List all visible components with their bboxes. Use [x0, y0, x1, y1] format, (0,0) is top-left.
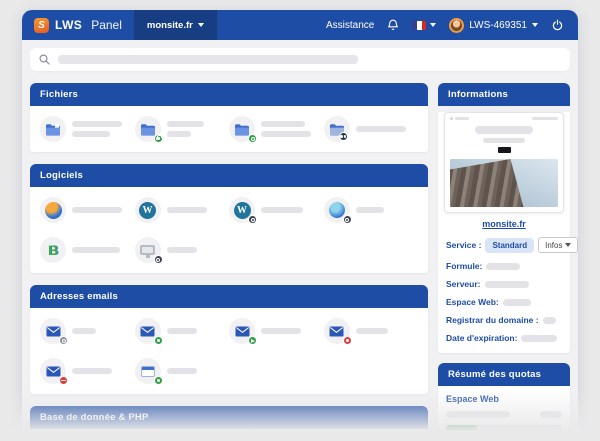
- search-bar[interactable]: [30, 48, 570, 71]
- item-database[interactable]: [135, 437, 230, 441]
- search-placeholder-skeleton: [58, 55, 358, 64]
- display-settings-icon: [135, 237, 161, 263]
- item-email-settings[interactable]: [40, 318, 135, 344]
- detail-row-registrar: Registrar du domaine :: [446, 315, 562, 325]
- email-pin-icon: [324, 318, 350, 344]
- faded-icon: [324, 437, 346, 441]
- account-id: LWS-469351: [469, 20, 527, 31]
- item-email-pin[interactable]: [324, 318, 419, 344]
- item-auto-installer[interactable]: [40, 197, 135, 223]
- account-menu[interactable]: LWS-469351: [449, 18, 538, 33]
- folder-sync-icon: [229, 116, 255, 142]
- email-settings-icon: [40, 318, 66, 344]
- section-adresses-emails: Adresses emails: [30, 285, 428, 394]
- item-folder-protected[interactable]: [135, 116, 230, 142]
- chevron-down-icon: [430, 23, 436, 27]
- software-settings-icon: [324, 197, 350, 223]
- detail-row-espace-web: Espace Web:: [446, 297, 562, 307]
- item-folder-shared[interactable]: [324, 116, 419, 142]
- wordpress-icon: W: [135, 197, 161, 223]
- faded-icon: [229, 437, 251, 441]
- power-icon[interactable]: [551, 19, 564, 32]
- site-preview[interactable]: [444, 112, 564, 213]
- espace-web-progressbar: [446, 425, 562, 431]
- language-selector[interactable]: [412, 21, 436, 30]
- item-software-manage[interactable]: [324, 197, 419, 223]
- search-icon: [39, 54, 50, 65]
- brand-name: LWS: [55, 18, 82, 32]
- section-fichiers: Fichiers: [30, 83, 428, 152]
- email-add-icon: [135, 318, 161, 344]
- section-title: Adresses emails: [30, 285, 428, 308]
- apps-installer-icon: [40, 197, 66, 223]
- brand: S LWS Panel: [22, 18, 134, 33]
- item-database[interactable]: [324, 437, 419, 441]
- avatar: [449, 18, 464, 33]
- item-webmail[interactable]: [135, 358, 230, 384]
- chevron-down-icon: [198, 23, 204, 27]
- folder-icon: [40, 116, 66, 142]
- quotas-title: Résumé des quotas: [438, 363, 570, 386]
- section-title: Fichiers: [30, 83, 428, 106]
- service-badge[interactable]: Standard: [485, 238, 534, 253]
- item-wordpress[interactable]: W: [135, 197, 230, 223]
- main-column: Fichiers: [30, 83, 428, 441]
- flag-fr-icon: [412, 21, 426, 30]
- quota-espace-web-label: Espace Web: [446, 394, 562, 404]
- topbar-actions: Assistance LWS-469351: [326, 18, 578, 33]
- section-title: Base de donnée & PHP: [30, 406, 428, 429]
- infos-button[interactable]: Infos: [538, 237, 578, 253]
- site-link[interactable]: monsite.fr: [438, 219, 570, 229]
- email-block-icon: [40, 358, 66, 384]
- folder-users-icon: [324, 116, 350, 142]
- b-app-icon: B: [40, 237, 66, 263]
- panel-window: S LWS Panel monsite.fr Assistance LWS-46…: [22, 10, 578, 441]
- site-tab[interactable]: monsite.fr: [134, 10, 217, 40]
- folder-lock-icon: [135, 116, 161, 142]
- site-details: Service : Standard Infos Formule:: [438, 237, 570, 353]
- item-email-add[interactable]: [135, 318, 230, 344]
- item-database[interactable]: [40, 437, 135, 441]
- service-label: Service :: [446, 240, 481, 250]
- lws-logo-icon: S: [34, 18, 49, 33]
- quotas-panel: Résumé des quotas Espace Web: [438, 363, 570, 441]
- faded-icon: [135, 437, 157, 441]
- faded-icon: [40, 437, 62, 441]
- chevron-down-icon: [565, 243, 571, 247]
- item-wordpress-manage[interactable]: W: [229, 197, 324, 223]
- section-logiciels: Logiciels W W: [30, 164, 428, 273]
- informations-panel: Informations: [438, 83, 570, 353]
- section-title: Logiciels: [30, 164, 428, 187]
- site-screenshot: [450, 159, 558, 207]
- item-database[interactable]: [229, 437, 324, 441]
- detail-row-formule: Formule:: [446, 261, 562, 271]
- detail-row-expiration: Date d'expiration:: [446, 333, 562, 343]
- topbar: S LWS Panel monsite.fr Assistance LWS-46…: [22, 10, 578, 40]
- item-b-app[interactable]: B: [40, 237, 135, 263]
- content: Fichiers: [22, 79, 578, 441]
- sidebar: Informations: [438, 83, 570, 441]
- site-tab-label: monsite.fr: [147, 20, 193, 31]
- item-email-forward[interactable]: [229, 318, 324, 344]
- chevron-down-icon: [532, 23, 538, 27]
- item-display-config[interactable]: [135, 237, 230, 263]
- bell-icon[interactable]: [387, 19, 399, 32]
- section-base-de-donnee-php: Base de donnée & PHP: [30, 406, 428, 441]
- wordpress-settings-icon: W: [229, 197, 255, 223]
- informations-title: Informations: [438, 83, 570, 106]
- preview-cta-button: [498, 147, 511, 153]
- item-email-block[interactable]: [40, 358, 135, 384]
- email-forward-icon: [229, 318, 255, 344]
- assistance-link[interactable]: Assistance: [326, 20, 374, 31]
- brand-suffix: Panel: [91, 18, 122, 32]
- item-folder-manager[interactable]: [40, 116, 135, 142]
- webmail-icon: [135, 358, 161, 384]
- item-folder-sync[interactable]: [229, 116, 324, 142]
- service-row: Service : Standard Infos: [446, 237, 562, 253]
- detail-row-serveur: Serveur:: [446, 279, 562, 289]
